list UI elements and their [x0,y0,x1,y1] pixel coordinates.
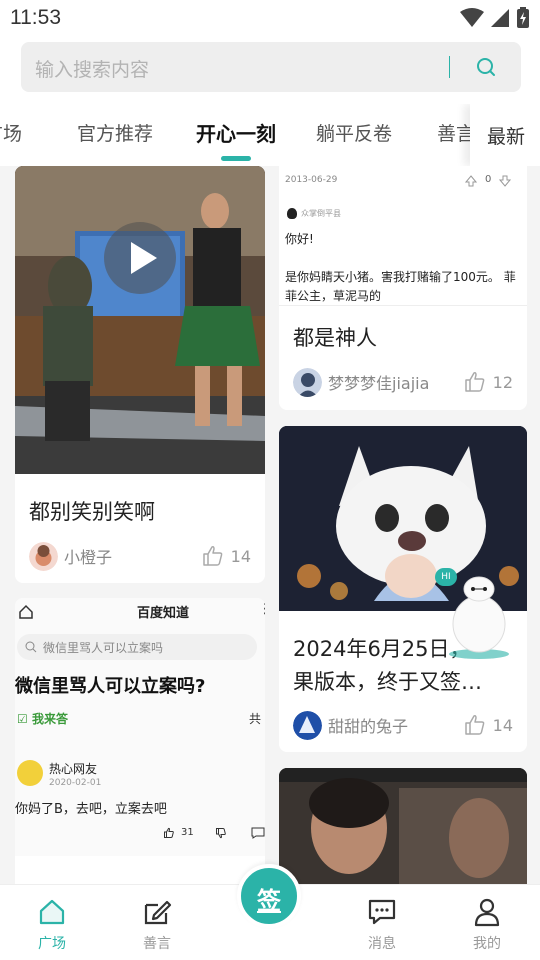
answer-button-label: 我来答 [31,712,68,726]
video-frame-image [15,166,265,474]
signal-icon [491,9,509,27]
sign-in-label: 签 [257,887,281,915]
downvote-icon [499,175,511,187]
answer-button: ☑ 我来答 [17,712,68,726]
post-feed[interactable]: 都别笑别笑啊 小橙子 14 2013-06-29 0 众掌倒平县 你好! 是你妈… [0,166,540,884]
wifi-icon [460,8,484,27]
like-count: 14 [492,715,513,735]
battery-icon [517,7,529,28]
message-icon [368,899,396,925]
like-count: 14 [230,546,251,566]
post-title: 都别笑别笑啊 [29,500,155,524]
thumbs-up-icon [164,827,174,838]
tab-square[interactable]: 广场 [0,119,22,146]
comment-icon [251,827,265,839]
post-author-row: 梦梦梦佳jiajia 12 [293,367,513,397]
app-root: 11:53 输入搜索内容 广场 官方推荐 开心一刻 躺平反卷 善言 最新 [0,0,540,960]
tab-official-recommend[interactable]: 官方推荐 [77,119,153,146]
post-card[interactable]: 百度知道 ⋮ 微信里骂人可以立案吗 微信里骂人可以立案吗? ☑ 我来答 共 热心… [15,598,265,884]
author-name[interactable]: 小橙子 [64,544,201,568]
baidu-question: 微信里骂人可以立案吗? [15,676,206,697]
nav-messages-label: 消息 [368,936,396,952]
nav-good-words-label: 善言 [143,936,171,952]
upvote-icon [465,175,477,187]
avatar[interactable] [29,541,58,571]
screenshot-body: 是你妈睛天小猪。害我打赌输了100元。 菲菲公主，草泥马的 [285,270,516,303]
post-card[interactable] [279,768,527,884]
nav-messages[interactable]: 消息 [342,885,422,960]
answerer-name: 热心网友 [49,762,98,776]
baymax-mascot-icon [449,576,509,659]
thumbs-up-icon[interactable] [463,370,487,394]
share-label: 共 [249,712,262,726]
search-input[interactable]: 输入搜索内容 [21,42,521,92]
post-image[interactable] [279,768,527,884]
more-options-icon: ⋮ [258,601,265,617]
post-title-line-2: 果版本，终于又签… [293,670,482,694]
penguin-icon [287,208,297,219]
baidu-app-title: 百度知道 [137,606,190,621]
post-image[interactable]: 2013-06-29 0 众掌倒平县 你好! 是你妈睛天小猪。害我打赌输了100… [279,166,527,306]
baidu-search-box: 微信里骂人可以立案吗 [17,634,257,660]
like-count: 12 [492,372,513,392]
thumbs-up-icon[interactable] [201,544,225,568]
avatar[interactable] [293,710,322,740]
status-bar: 11:53 [0,0,540,38]
status-icons [460,7,530,29]
play-button[interactable] [104,222,176,294]
thumbs-down-icon [216,828,226,839]
post-card[interactable]: 都别笑别笑啊 小橙子 14 [15,166,265,583]
home-icon [19,604,33,619]
status-time: 11:53 [10,6,61,29]
search-icon[interactable] [473,54,499,80]
answerer-avatar [17,760,43,786]
active-tab-indicator [221,156,251,161]
home-icon [39,899,65,925]
sort-latest-label: 最新 [487,126,526,148]
search-placeholder: 输入搜索内容 [35,59,150,81]
edit-icon [144,900,172,925]
play-icon [131,242,157,274]
screenshot-score: 0 [485,174,492,185]
tab-lie-flat[interactable]: 躺平反卷 [316,119,392,146]
author-name[interactable]: 甜甜的兔子 [328,713,463,737]
sign-in-button[interactable]: 签 [237,864,301,928]
nav-square[interactable]: 广场 [12,885,92,960]
screenshot-date: 2013-06-29 [285,175,338,185]
nav-good-words[interactable]: 善言 [117,885,197,960]
answer-date: 2020-02-01 [49,778,102,788]
avatar[interactable] [293,367,322,397]
sort-latest-button[interactable]: 最新 [470,104,540,166]
post-card[interactable]: HI 2024年6月25日， 果版本，终于又签… 甜甜的兔子 14 [279,426,527,752]
category-tabs: 广场 官方推荐 开心一刻 躺平反卷 善言 最新 [0,104,540,166]
user-icon [474,898,500,927]
thumbs-up-icon[interactable] [463,713,487,737]
post-image[interactable]: 百度知道 ⋮ 微信里骂人可以立案吗 微信里骂人可以立案吗? ☑ 我来答 共 热心… [15,598,265,856]
search-area: 输入搜索内容 [0,38,540,104]
author-name[interactable]: 梦梦梦佳jiajia [328,370,463,394]
screenshot-greeting: 你好! [285,232,314,246]
nav-square-label: 广场 [38,936,66,952]
answer-likes: 31 [181,827,194,838]
search-divider [449,56,450,78]
screenshot-user: 众掌倒平县 [301,209,341,218]
video-thumbnail[interactable] [15,166,265,474]
search-icon [25,641,37,653]
post-author-row: 小橙子 14 [29,541,251,571]
post-title: 都是神人 [293,326,377,350]
baidu-search-text: 微信里骂人可以立案吗 [43,641,164,655]
answer-text: 你妈了B，去吧，立案去吧 [15,802,167,817]
tab-happy-moment[interactable]: 开心一刻 [196,118,276,147]
nav-mine-label: 我的 [473,936,501,952]
post-author-row: 甜甜的兔子 14 [293,710,513,740]
nav-mine[interactable]: 我的 [447,885,527,960]
post-card[interactable]: 2013-06-29 0 众掌倒平县 你好! 是你妈睛天小猪。害我打赌输了100… [279,166,527,410]
